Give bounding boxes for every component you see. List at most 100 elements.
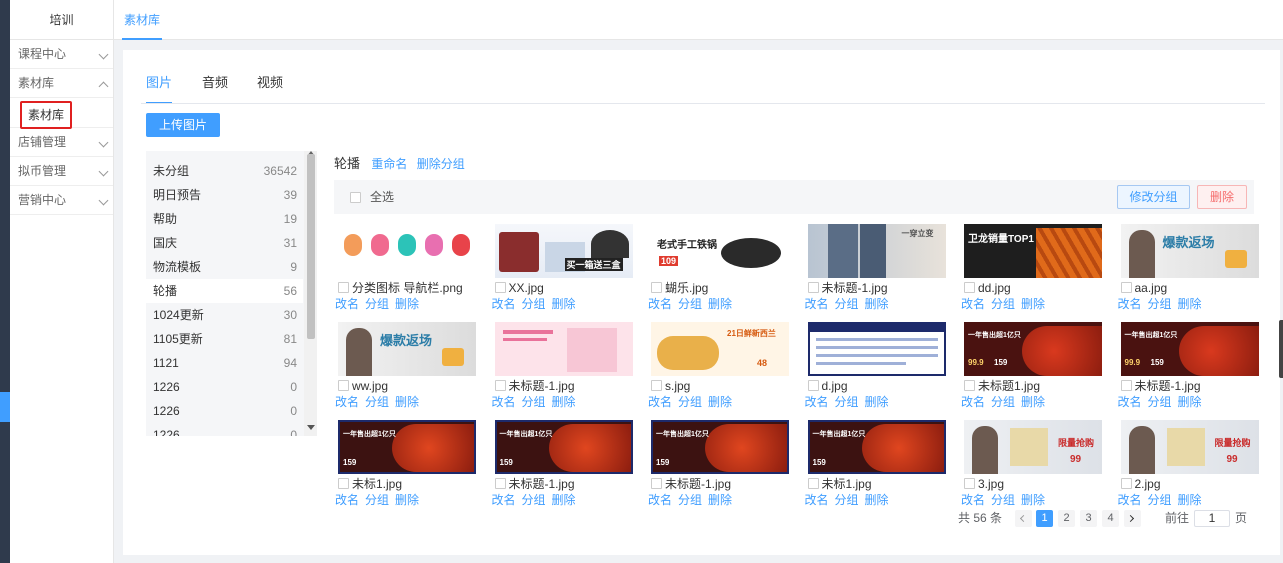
delete-image-link[interactable]: 删除 xyxy=(1178,395,1202,409)
rename-image-link[interactable]: 改名 xyxy=(492,395,516,409)
image-checkbox[interactable] xyxy=(1120,478,1132,489)
image-checkbox[interactable] xyxy=(807,282,819,293)
image-checkbox[interactable] xyxy=(1120,282,1132,293)
group-image-link[interactable]: 分组 xyxy=(1148,297,1172,311)
rename-image-link[interactable]: 改名 xyxy=(805,395,829,409)
group-item[interactable]: 明日预告 39 xyxy=(146,183,303,207)
rename-image-link[interactable]: 改名 xyxy=(1118,395,1142,409)
delete-group-link[interactable]: 删除分组 xyxy=(417,157,465,171)
image-thumbnail[interactable]: 限量抢购 99 xyxy=(1120,420,1259,474)
menu-material-library[interactable]: 素材库 xyxy=(10,69,113,98)
group-image-link[interactable]: 分组 xyxy=(522,395,546,409)
delete-image-link[interactable]: 删除 xyxy=(865,395,889,409)
image-thumbnail[interactable]: 一年售出超1亿只 159 xyxy=(651,420,789,474)
move-group-button[interactable]: 修改分组 xyxy=(1117,185,1190,209)
delete-image-link[interactable]: 删除 xyxy=(552,297,576,311)
group-image-link[interactable]: 分组 xyxy=(835,395,859,409)
rename-image-link[interactable]: 改名 xyxy=(335,297,359,311)
delete-image-link[interactable]: 删除 xyxy=(708,395,732,409)
goto-page-input[interactable]: 1 xyxy=(1194,510,1230,527)
rename-image-link[interactable]: 改名 xyxy=(1118,493,1142,507)
delete-image-link[interactable]: 删除 xyxy=(1021,297,1045,311)
rename-image-link[interactable]: 改名 xyxy=(805,297,829,311)
rename-image-link[interactable]: 改名 xyxy=(805,493,829,507)
image-checkbox[interactable] xyxy=(807,478,819,489)
image-thumbnail[interactable]: 一年售出超1亿只 159 xyxy=(338,420,476,474)
group-image-link[interactable]: 分组 xyxy=(991,493,1015,507)
group-item[interactable]: 帮助 19 xyxy=(146,207,303,231)
group-item[interactable]: 1105更新 81 xyxy=(146,327,303,351)
rename-image-link[interactable]: 改名 xyxy=(961,395,985,409)
page-2-button[interactable]: 2 xyxy=(1058,510,1075,527)
group-item[interactable]: 未分组 36542 xyxy=(146,159,303,183)
page-1-button[interactable]: 1 xyxy=(1036,510,1053,527)
image-checkbox[interactable] xyxy=(964,478,975,489)
group-item[interactable]: 国庆 31 xyxy=(146,231,303,255)
delete-image-link[interactable]: 删除 xyxy=(552,395,576,409)
group-item[interactable]: 1024更新 30 xyxy=(146,303,303,327)
tab-images[interactable]: 图片 xyxy=(146,70,173,104)
delete-image-link[interactable]: 删除 xyxy=(1178,493,1202,507)
rename-image-link[interactable]: 改名 xyxy=(1118,297,1142,311)
image-thumbnail[interactable]: 一年售出超1亿只 99.9 159 xyxy=(1120,322,1259,376)
rename-image-link[interactable]: 改名 xyxy=(492,297,516,311)
image-thumbnail[interactable]: 一年售出超1亿只 99.9 159 xyxy=(964,322,1102,376)
group-image-link[interactable]: 分组 xyxy=(991,395,1015,409)
scroll-down-arrow-icon[interactable] xyxy=(307,425,315,430)
rename-image-link[interactable]: 改名 xyxy=(335,493,359,507)
rename-image-link[interactable]: 改名 xyxy=(648,395,672,409)
submenu-item-material-library[interactable]: 素材库 xyxy=(20,101,73,129)
rename-image-link[interactable]: 改名 xyxy=(961,493,985,507)
image-checkbox[interactable] xyxy=(651,282,662,293)
delete-image-link[interactable]: 删除 xyxy=(1178,297,1202,311)
menu-coin-management[interactable]: 拟币管理 xyxy=(10,157,113,186)
bulk-delete-button[interactable]: 删除 xyxy=(1197,185,1247,209)
group-image-link[interactable]: 分组 xyxy=(522,297,546,311)
page-4-button[interactable]: 4 xyxy=(1102,510,1119,527)
group-image-link[interactable]: 分组 xyxy=(678,493,702,507)
image-thumbnail[interactable]: 限量抢购 99 xyxy=(964,420,1102,474)
menu-shop-management[interactable]: 店铺管理 xyxy=(10,128,113,157)
image-checkbox[interactable] xyxy=(338,282,349,293)
image-checkbox[interactable] xyxy=(338,380,349,391)
image-checkbox[interactable] xyxy=(651,478,662,489)
delete-image-link[interactable]: 删除 xyxy=(708,297,732,311)
delete-image-link[interactable]: 删除 xyxy=(708,493,732,507)
image-checkbox[interactable] xyxy=(964,282,975,293)
rename-image-link[interactable]: 改名 xyxy=(961,297,985,311)
image-thumbnail[interactable]: 老式手工铁锅 109 xyxy=(651,224,789,278)
group-image-link[interactable]: 分组 xyxy=(835,493,859,507)
image-checkbox[interactable] xyxy=(338,478,349,489)
image-thumbnail[interactable]: 一年售出超1亿只 159 xyxy=(807,420,946,474)
upload-image-button[interactable]: 上传图片 xyxy=(146,113,220,137)
image-thumbnail[interactable] xyxy=(494,322,633,376)
group-image-link[interactable]: 分组 xyxy=(991,297,1015,311)
rename-image-link[interactable]: 改名 xyxy=(648,297,672,311)
delete-image-link[interactable]: 删除 xyxy=(395,493,419,507)
delete-image-link[interactable]: 删除 xyxy=(395,395,419,409)
group-item[interactable]: 1121 94 xyxy=(146,351,303,375)
prev-page-button[interactable] xyxy=(1015,510,1032,527)
group-list-scrollbar[interactable] xyxy=(304,151,317,436)
group-image-link[interactable]: 分组 xyxy=(1148,493,1172,507)
delete-image-link[interactable]: 删除 xyxy=(552,493,576,507)
delete-image-link[interactable]: 删除 xyxy=(1021,395,1045,409)
rename-group-link[interactable]: 重命名 xyxy=(371,157,407,171)
image-thumbnail[interactable] xyxy=(807,322,946,376)
group-item[interactable]: 轮播 56 xyxy=(146,279,303,303)
group-item[interactable]: 1226 0 xyxy=(146,423,303,436)
tab-audio[interactable]: 音频 xyxy=(202,70,228,104)
menu-course-center[interactable]: 课程中心 xyxy=(10,40,113,69)
delete-image-link[interactable]: 删除 xyxy=(865,493,889,507)
select-all-checkbox[interactable] xyxy=(350,192,361,203)
image-thumbnail[interactable]: 一穿立变 xyxy=(807,224,946,278)
next-page-button[interactable] xyxy=(1124,510,1141,527)
group-image-link[interactable]: 分组 xyxy=(1148,395,1172,409)
group-image-link[interactable]: 分组 xyxy=(365,297,389,311)
delete-image-link[interactable]: 删除 xyxy=(1021,493,1045,507)
delete-image-link[interactable]: 删除 xyxy=(865,297,889,311)
right-edge-handle[interactable] xyxy=(1279,320,1283,378)
tab-video[interactable]: 视频 xyxy=(257,70,283,104)
group-image-link[interactable]: 分组 xyxy=(678,297,702,311)
image-thumbnail[interactable]: 爆款返场 xyxy=(338,322,476,376)
